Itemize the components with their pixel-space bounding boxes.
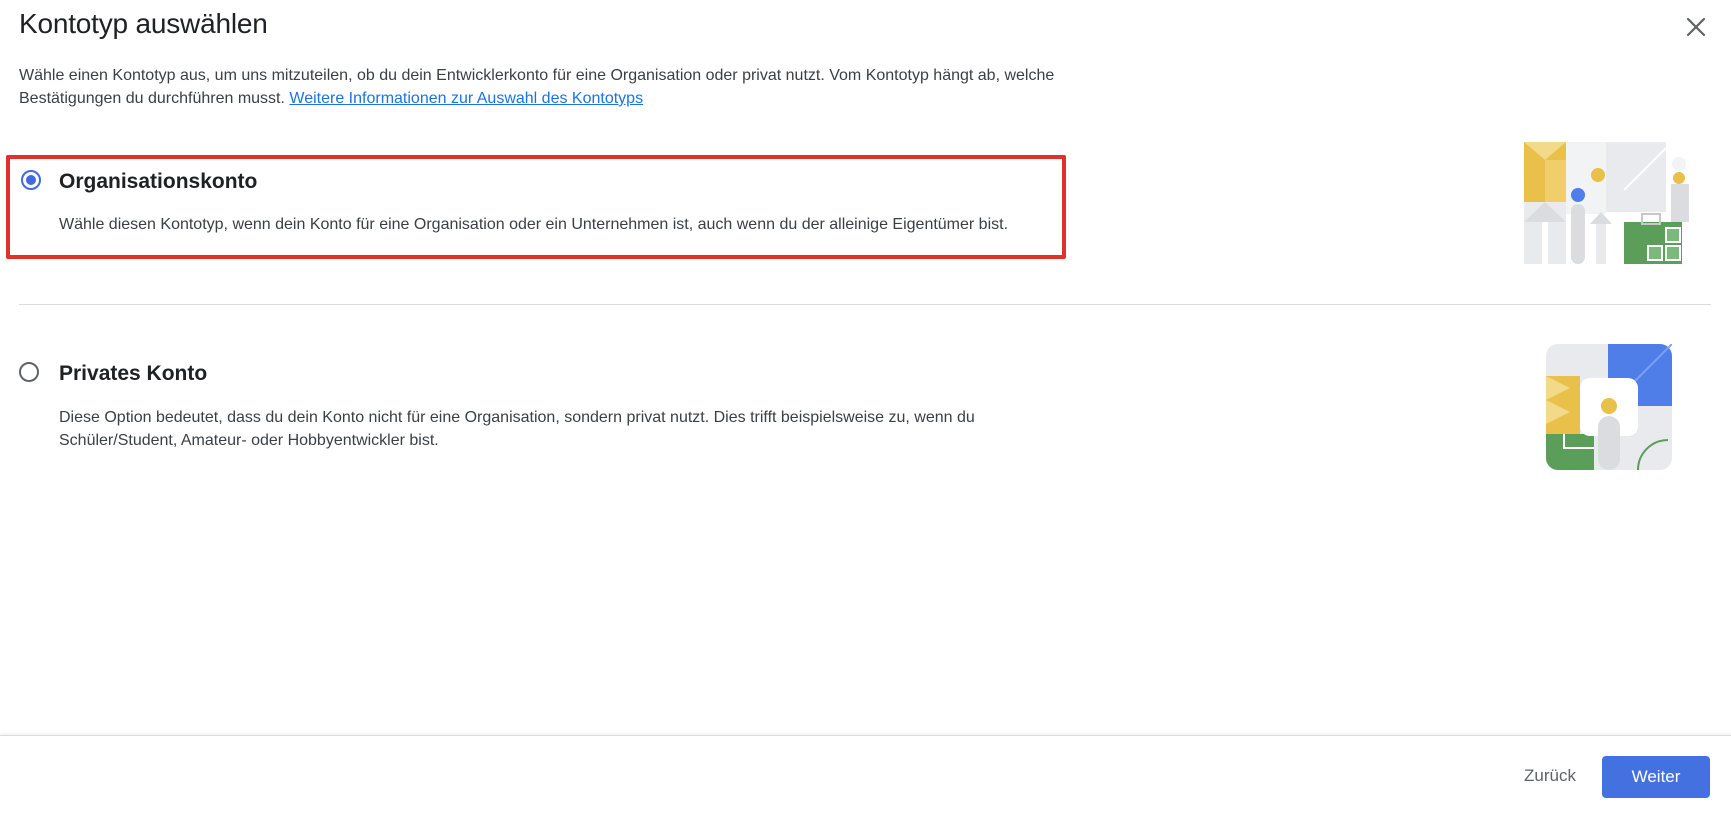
option-desc-private: Diese Option bedeutet, dass du dein Kont…: [59, 409, 975, 449]
option-title-private[interactable]: Privates Konto: [59, 362, 207, 386]
radio-private[interactable]: [19, 362, 39, 382]
option-title-organisation[interactable]: Organisationskonto: [59, 170, 257, 194]
personal-illustration: [1546, 344, 1672, 470]
more-info-link[interactable]: Weitere Informationen zur Auswahl des Ko…: [289, 90, 643, 107]
dialog-footer: [0, 735, 1731, 813]
close-button[interactable]: [1681, 12, 1711, 42]
option-divider: [19, 304, 1711, 305]
option-desc-organisation: Wähle diesen Kontotyp, wenn dein Konto f…: [59, 216, 1009, 233]
close-icon: [1686, 17, 1706, 37]
next-button[interactable]: Weiter: [1602, 756, 1710, 798]
page-title: Kontotyp auswählen: [19, 8, 268, 39]
organisation-illustration: [1524, 140, 1694, 266]
intro-text: Wähle einen Kontotyp aus, um uns mitzute…: [19, 64, 1099, 110]
radio-organisation[interactable]: [21, 170, 41, 190]
back-button[interactable]: Zurück: [1508, 756, 1592, 796]
